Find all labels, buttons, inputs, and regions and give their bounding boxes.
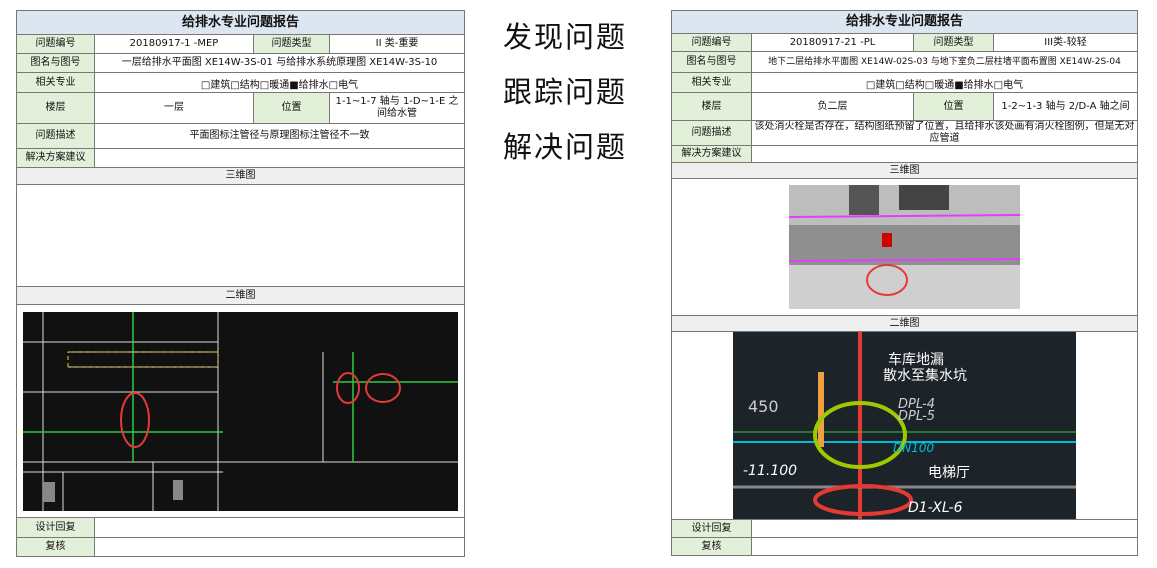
desc-value: 该处消火栓是否存在，结构图纸预留了位置，且给排水该处画有消火栓图例，但是无对应管… [750,120,1139,146]
left-report-table: 给排水专业问题报告 问题编号 20180917-1 -MEP 问题类型 II 类-重要… [15,10,466,557]
issue-type: III类-较轻 [992,33,1139,52]
location-value: 1-1~1-7 轴与 1-D~1-E 之间给水管 [328,92,466,124]
label-drawing: 图名与图号 [671,51,752,73]
issue-id: 20180917-1 -MEP [94,34,254,54]
cad-drawing-2d: 车库地漏 散水至集水坑 DPL-4 DPL-5 DN100 -11.100 电梯… [733,332,1076,519]
header-2d: 二维图 [15,286,466,305]
cad-label: -11.100 [743,463,797,479]
view-3d-empty [15,184,466,287]
label-solution: 解决方案建议 [16,148,95,168]
label-location: 位置 [253,92,330,124]
label-desc: 问题描述 [16,123,95,149]
review-value[interactable] [750,537,1139,556]
label-solution: 解决方案建议 [671,145,752,163]
label-drawing: 图名与图号 [16,53,95,73]
reply-value[interactable] [93,517,466,538]
label-desc: 问题描述 [671,120,752,146]
right-report-table: 给排水专业问题报告 问题编号 20180917-21 -PL 问题类型 III类-较轻… [670,10,1139,556]
slogan-find: 发现问题 [503,20,628,54]
view-2d-cell [15,304,466,518]
model-3d-image [789,185,1020,309]
review-value[interactable] [93,537,466,557]
label-id: 问题编号 [671,33,752,52]
reply-value[interactable] [750,519,1139,538]
report-title: 给排水专业问题报告 [670,10,1139,34]
cad-lines [23,311,458,511]
view-2d-cell: 车库地漏 散水至集水坑 DPL-4 DPL-5 DN100 -11.100 电梯… [670,331,1139,520]
solution-value[interactable] [750,145,1139,163]
drawing-value: 一层给排水平面图 XE14W-3S-01 与给排水系统原理图 XE14W-3S-… [93,53,466,73]
label-id: 问题编号 [16,34,95,54]
drawing-value: 地下二层给排水平面图 XE14W-02S-03 与地下室负二层柱墙平面布置图 X… [750,51,1139,73]
slogan-track: 跟踪问题 [503,75,628,109]
cad-label: DPL-5 [898,409,935,424]
label-location: 位置 [913,92,994,121]
cad-label: 电梯厅 [928,465,970,481]
model-3d-shapes [789,185,1020,309]
slogan-solve: 解决问题 [503,130,628,164]
label-discipline: 相关专业 [16,72,95,93]
issue-id: 20180917-21 -PL [751,33,914,52]
cad-label: 450 [748,397,779,416]
floor-value: 负二层 [751,92,914,121]
cad-label: 散水至集水坑 [883,367,967,384]
label-reply: 设计回复 [671,519,752,538]
header-2d: 二维图 [670,315,1139,332]
label-floor: 楼层 [671,92,752,121]
label-discipline: 相关专业 [671,72,752,93]
label-type: 问题类型 [913,33,994,52]
view-3d-cell [670,178,1139,316]
issue-type: II 类-重要 [328,34,466,54]
floor-value: 一层 [94,92,254,124]
location-value: 1-2~1-3 轴与 2/D-A 轴之间 [992,92,1139,121]
cad-label: 车库地漏 [888,351,944,368]
solution-value[interactable] [93,148,466,168]
header-3d: 三维图 [15,167,466,185]
label-type: 问题类型 [253,34,330,54]
cad-drawing-2d [23,311,458,511]
label-floor: 楼层 [16,92,95,124]
discipline-value: □建筑□结构□暖通■给排水□电气 [93,72,466,93]
cad-label: D1-XL-6 [908,500,963,516]
discipline-value: □建筑□结构□暖通■给排水□电气 [750,72,1139,93]
cad-lines: 车库地漏 散水至集水坑 DPL-4 DPL-5 DN100 -11.100 电梯… [733,332,1076,519]
label-reply: 设计回复 [16,517,95,538]
desc-value: 平面图标注管径与原理图标注管径不一致 [93,123,466,149]
cad-label: DN100 [893,441,934,455]
header-3d: 三维图 [670,162,1139,179]
label-review: 复核 [16,537,95,557]
label-review: 复核 [671,537,752,556]
report-title: 给排水专业问题报告 [15,10,466,35]
